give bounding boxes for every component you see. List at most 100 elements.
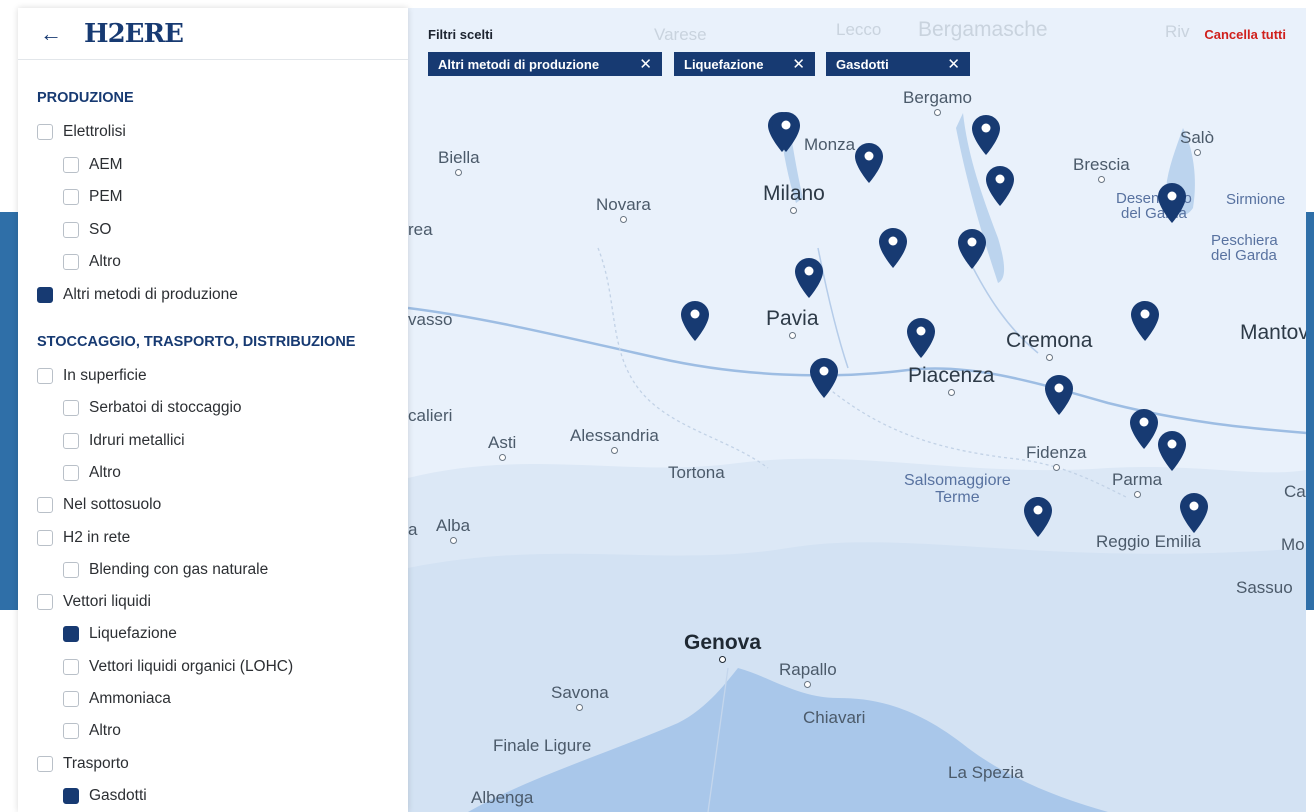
checkbox[interactable] bbox=[37, 124, 53, 140]
checkbox[interactable] bbox=[63, 464, 79, 481]
city-monza: Monza bbox=[804, 135, 856, 154]
checkbox[interactable] bbox=[63, 432, 79, 449]
filter-option-label: Liquefazione bbox=[89, 625, 177, 643]
map-marker-icon[interactable] bbox=[907, 318, 935, 358]
city-reggio-emilia: Reggio Emilia bbox=[1096, 532, 1201, 551]
map-marker-icon[interactable] bbox=[855, 143, 883, 183]
map-marker-icon[interactable] bbox=[1158, 431, 1186, 471]
map-base-layer bbox=[408, 8, 1306, 812]
map-marker-icon[interactable] bbox=[1024, 497, 1052, 537]
checkbox[interactable] bbox=[63, 254, 79, 271]
filter-option[interactable]: Trasporto bbox=[37, 755, 129, 773]
filter-option-label: Vettori liquidi bbox=[63, 593, 151, 611]
city-bergamasche: Bergamasche bbox=[918, 18, 1048, 41]
filter-option[interactable]: H2 in rete bbox=[37, 529, 130, 547]
filter-option[interactable]: Nel sottosuolo bbox=[37, 496, 161, 514]
city-asti: Asti bbox=[488, 433, 516, 461]
filter-option[interactable]: Vettori liquidi organici (LOHC) bbox=[63, 658, 293, 676]
city-milano: Milano bbox=[763, 182, 825, 214]
filter-option-label: Blending con gas naturale bbox=[89, 560, 269, 578]
city-cremona: Cremona bbox=[1006, 329, 1092, 361]
checkbox[interactable] bbox=[63, 156, 79, 173]
checkbox[interactable] bbox=[63, 691, 79, 707]
filter-option[interactable]: Gasdotti bbox=[63, 787, 147, 805]
map-marker-icon[interactable] bbox=[681, 301, 709, 341]
map-marker-icon[interactable] bbox=[972, 115, 1000, 155]
map-view[interactable]: Varese Lecco Bergamasche Riv Bergamo Mon… bbox=[408, 8, 1306, 812]
checkbox[interactable] bbox=[37, 755, 53, 772]
city-bergamo: Bergamo bbox=[903, 88, 972, 116]
map-marker-icon[interactable] bbox=[795, 258, 823, 298]
filter-option[interactable]: Elettrolisi bbox=[37, 123, 126, 141]
city-salsomaggiore: Salsomaggiore Terme bbox=[904, 472, 1011, 506]
filter-chip-label: Liquefazione bbox=[684, 56, 764, 72]
checkbox[interactable] bbox=[63, 723, 79, 740]
city-fidenza: Fidenza bbox=[1026, 443, 1086, 471]
filter-option[interactable]: Altro bbox=[63, 464, 121, 482]
city-a: a bbox=[408, 520, 418, 539]
map-marker-icon[interactable] bbox=[958, 229, 986, 269]
checkbox[interactable] bbox=[63, 561, 79, 578]
city-alba: Alba bbox=[436, 516, 470, 544]
map-marker-icon[interactable] bbox=[1045, 375, 1073, 415]
filter-option[interactable]: Vettori liquidi bbox=[37, 593, 151, 611]
map-marker-icon[interactable] bbox=[1130, 409, 1158, 449]
filter-option[interactable]: SO bbox=[63, 221, 111, 239]
checkbox[interactable] bbox=[37, 368, 53, 384]
city-pavia: Pavia bbox=[766, 307, 819, 339]
city-alessandria: Alessandria bbox=[570, 426, 659, 454]
map-marker-icon[interactable] bbox=[772, 112, 800, 152]
checkbox[interactable] bbox=[37, 529, 53, 546]
city-sassuolo: Sassuo bbox=[1236, 578, 1293, 597]
map-marker-icon[interactable] bbox=[810, 358, 838, 398]
filter-option[interactable]: Altri metodi di produzione bbox=[37, 286, 238, 304]
filter-option-label: Altro bbox=[89, 463, 121, 481]
map-marker-icon[interactable] bbox=[986, 166, 1014, 206]
filter-option[interactable]: Altro bbox=[63, 253, 121, 271]
filter-chip-label: Gasdotti bbox=[836, 56, 889, 72]
filter-option[interactable]: AEM bbox=[63, 156, 123, 174]
close-icon[interactable]: ✕ bbox=[935, 55, 960, 73]
filter-option[interactable]: PEM bbox=[63, 188, 123, 206]
checkbox[interactable] bbox=[37, 497, 53, 514]
city-calieri: calieri bbox=[408, 406, 453, 425]
checkbox[interactable] bbox=[63, 658, 79, 675]
checkbox[interactable] bbox=[37, 287, 53, 303]
checkbox[interactable] bbox=[37, 594, 53, 611]
filter-chip-label: Altri metodi di produzione bbox=[438, 56, 600, 72]
checkbox[interactable] bbox=[63, 787, 79, 804]
city-albenga: Albenga bbox=[471, 788, 534, 807]
filter-chip-altri-metodi: Altri metodi di produzione ✕ bbox=[428, 52, 662, 76]
filter-option[interactable]: Altro bbox=[63, 722, 121, 740]
city-lecco: Lecco bbox=[836, 20, 882, 39]
filter-option[interactable]: Blending con gas naturale bbox=[63, 561, 268, 579]
close-icon[interactable]: ✕ bbox=[780, 55, 805, 73]
city-parma: Parma bbox=[1112, 470, 1162, 498]
map-marker-icon[interactable] bbox=[1180, 493, 1208, 533]
filter-option[interactable]: Ammoniaca bbox=[63, 690, 171, 708]
city-savona: Savona bbox=[551, 683, 609, 711]
clear-all-button[interactable]: Cancella tutti bbox=[1204, 27, 1286, 42]
filter-option-label: Vettori liquidi organici (LOHC) bbox=[89, 657, 294, 675]
filter-chip-gasdotti: Gasdotti ✕ bbox=[826, 52, 970, 76]
checkbox[interactable] bbox=[63, 189, 79, 206]
city-sirmione: Sirmione bbox=[1226, 191, 1286, 208]
map-marker-icon[interactable] bbox=[1131, 301, 1159, 341]
filter-option[interactable]: In superficie bbox=[37, 367, 147, 385]
map-marker-icon[interactable] bbox=[1158, 183, 1186, 223]
checkbox[interactable] bbox=[63, 626, 79, 643]
filter-option[interactable]: Serbatoi di stoccaggio bbox=[63, 399, 242, 417]
filter-option[interactable]: Idruri metallici bbox=[63, 432, 185, 450]
city-mo: Mo bbox=[1281, 535, 1305, 554]
filter-option-label: Idruri metallici bbox=[89, 431, 185, 449]
sidebar-header: ← H2ERE bbox=[18, 8, 408, 60]
checkbox[interactable] bbox=[63, 400, 79, 417]
checkbox[interactable] bbox=[63, 221, 79, 238]
close-icon[interactable]: ✕ bbox=[627, 55, 652, 73]
city-vasso: vasso bbox=[408, 310, 453, 329]
filter-chip-liquefazione: Liquefazione ✕ bbox=[674, 52, 815, 76]
city-rapallo: Rapallo bbox=[779, 660, 837, 688]
arrow-left-icon[interactable]: ← bbox=[40, 21, 62, 47]
map-marker-icon[interactable] bbox=[879, 228, 907, 268]
filter-option[interactable]: Liquefazione bbox=[63, 625, 177, 643]
